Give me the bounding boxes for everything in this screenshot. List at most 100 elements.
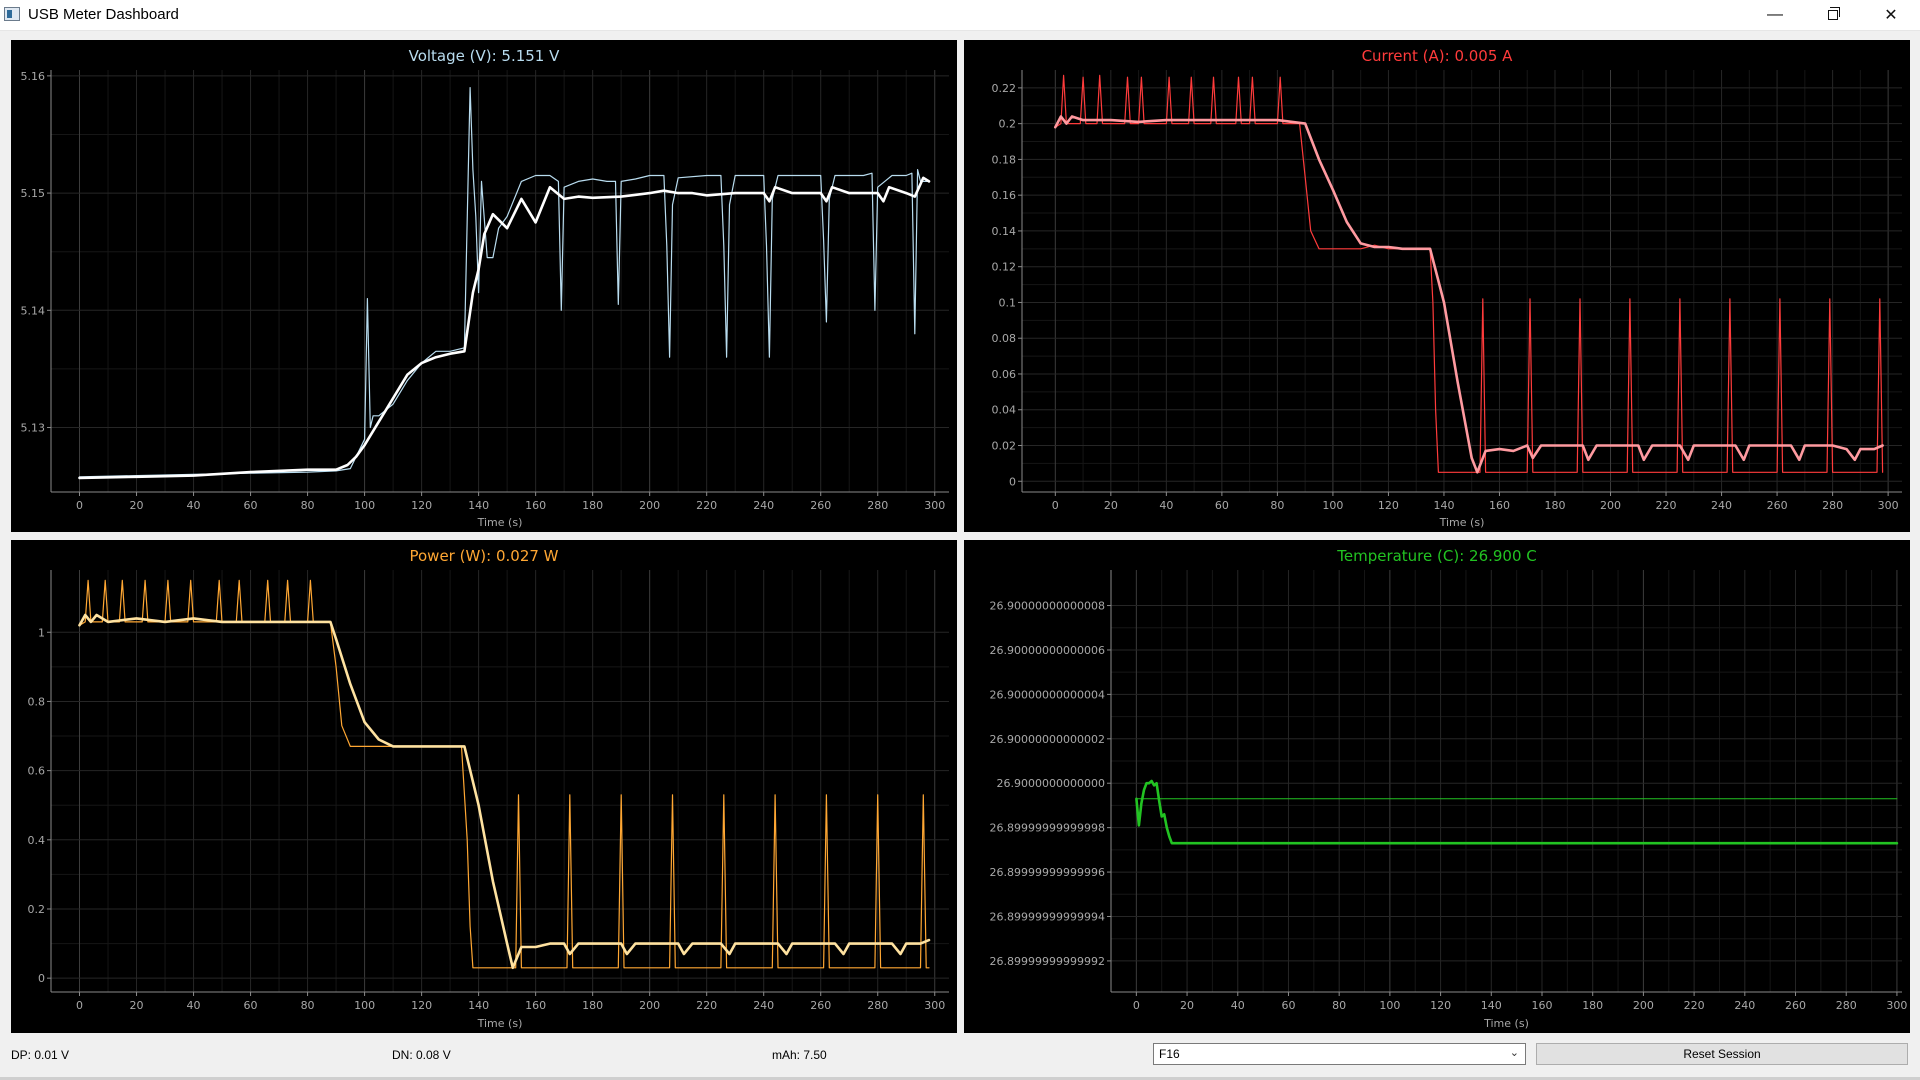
title-bar: USB Meter Dashboard — ✕ [0, 0, 1920, 31]
x-tick-label: 160 [525, 499, 546, 512]
x-tick-label: 20 [130, 499, 144, 512]
x-tick-label: 120 [1378, 499, 1399, 512]
x-tick-label: 300 [924, 999, 945, 1012]
series-line [78, 176, 931, 480]
x-tick-label: 100 [354, 999, 375, 1012]
y-tick-label: 0.12 [992, 261, 1017, 274]
temperature-chart[interactable]: 0 20 40 60 80 100 120 140 160 180 200 220 240 260 280 3… [964, 540, 1910, 1033]
x-tick-label: 80 [1270, 499, 1284, 512]
x-tick-label: 80 [301, 999, 315, 1012]
x-tick-label: 260 [1767, 499, 1788, 512]
x-tick-label: 220 [1656, 499, 1677, 512]
x-tick-label: 220 [696, 499, 717, 512]
x-tick-label: 300 [924, 499, 945, 512]
series-line [78, 579, 930, 969]
x-axis-label: Time (s) [477, 516, 523, 529]
chart-title: Current (A): 0.005 A [1362, 47, 1514, 65]
x-tick-label: 140 [468, 999, 489, 1012]
series-line [1054, 115, 1884, 474]
y-tick-label: 26.89999999999994 [990, 910, 1105, 923]
x-tick-label: 300 [1878, 499, 1899, 512]
restore-icon [1828, 7, 1840, 20]
series-line [1054, 74, 1884, 473]
x-tick-label: 180 [1544, 499, 1565, 512]
close-icon: ✕ [1884, 7, 1898, 24]
y-tick-label: 0.4 [28, 834, 46, 847]
y-tick-label: 0.18 [992, 153, 1017, 166]
minimize-button[interactable]: — [1746, 0, 1804, 30]
x-tick-label: 140 [1481, 999, 1502, 1012]
series-line [78, 86, 930, 478]
x-axis-label: Time (s) [477, 1017, 523, 1030]
y-tick-label: 26.90000000000004 [990, 688, 1105, 701]
x-tick-label: 60 [1281, 999, 1295, 1012]
x-tick-label: 20 [1104, 499, 1118, 512]
y-tick-label: 0.08 [992, 332, 1017, 345]
x-tick-label: 240 [753, 499, 774, 512]
y-tick-label: 0.6 [28, 765, 46, 778]
x-tick-label: 280 [1836, 999, 1857, 1012]
y-tick-label: 0 [38, 972, 45, 985]
x-tick-label: 260 [810, 999, 831, 1012]
y-tick-label: 5.15 [21, 187, 46, 200]
chart-svg: 0 20 40 60 80 100 120 140 160 180 200 220 240 260 280 3… [992, 47, 1902, 529]
x-tick-label: 20 [130, 999, 144, 1012]
x-tick-label: 0 [76, 499, 83, 512]
chart-title: Voltage (V): 5.151 V [409, 47, 561, 65]
x-tick-label: 40 [187, 999, 201, 1012]
x-tick-label: 40 [1231, 999, 1245, 1012]
x-tick-label: 20 [1180, 999, 1194, 1012]
x-axis-label: Time (s) [1483, 1017, 1529, 1030]
voltage-chart[interactable]: 0 20 40 60 80 100 120 140 160 180 200 220 240 260 280 3… [11, 40, 957, 532]
x-tick-label: 60 [244, 499, 258, 512]
reset-session-button[interactable]: Reset Session [1536, 1043, 1908, 1065]
y-tick-label: 0 [1009, 475, 1016, 488]
x-tick-label: 140 [468, 499, 489, 512]
y-tick-label: 26.90000000000008 [990, 600, 1105, 613]
power-chart[interactable]: 0 20 40 60 80 100 120 140 160 180 200 220 240 260 280 3… [11, 540, 957, 1033]
chart-svg: 0 20 40 60 80 100 120 140 160 180 200 220 240 260 280 3… [990, 547, 1908, 1030]
x-tick-label: 120 [1430, 999, 1451, 1012]
y-tick-label: 26.89999999999998 [990, 822, 1105, 835]
current-chart[interactable]: 0 20 40 60 80 100 120 140 160 180 200 220 240 260 280 3… [964, 40, 1910, 532]
x-tick-label: 0 [1133, 999, 1140, 1012]
series-line [78, 613, 931, 970]
x-tick-label: 120 [411, 499, 432, 512]
dn-voltage-label: DN: 0.08 V [392, 1048, 451, 1062]
x-tick-label: 220 [1684, 999, 1705, 1012]
x-tick-label: 300 [1886, 999, 1907, 1012]
y-tick-label: 26.89999999999992 [990, 955, 1105, 968]
device-select[interactable]: F16 ⌄ [1153, 1043, 1526, 1065]
x-tick-label: 200 [1600, 499, 1621, 512]
x-tick-label: 100 [1322, 499, 1343, 512]
y-tick-label: 0.02 [992, 440, 1017, 453]
y-tick-label: 0.8 [28, 695, 46, 708]
x-tick-label: 180 [582, 499, 603, 512]
x-tick-label: 220 [696, 999, 717, 1012]
chart-title: Power (W): 0.027 W [409, 547, 558, 565]
close-button[interactable]: ✕ [1862, 0, 1920, 30]
x-tick-label: 260 [1785, 999, 1806, 1012]
x-tick-label: 60 [244, 999, 258, 1012]
x-tick-label: 40 [187, 499, 201, 512]
y-tick-label: 0.1 [999, 296, 1017, 309]
x-tick-label: 200 [639, 499, 660, 512]
x-tick-label: 240 [1734, 999, 1755, 1012]
device-select-value: F16 [1159, 1047, 1180, 1061]
x-tick-label: 180 [582, 999, 603, 1012]
y-tick-label: 0.04 [992, 404, 1017, 417]
x-axis-label: Time (s) [1439, 516, 1485, 529]
chart-svg: 0 20 40 60 80 100 120 140 160 180 200 220 240 260 280 3… [21, 47, 949, 529]
x-tick-label: 200 [639, 999, 660, 1012]
y-tick-label: 0.14 [992, 225, 1017, 238]
y-tick-label: 0.22 [992, 82, 1017, 95]
x-tick-label: 40 [1159, 499, 1173, 512]
y-tick-label: 26.9000000000000 [997, 777, 1105, 790]
restore-button[interactable] [1804, 0, 1862, 30]
chart-title: Temperature (C): 26.900 C [1336, 547, 1537, 565]
x-tick-label: 80 [301, 499, 315, 512]
x-tick-label: 240 [1711, 499, 1732, 512]
y-tick-label: 26.90000000000006 [990, 644, 1105, 657]
y-tick-label: 5.14 [21, 304, 46, 317]
x-tick-label: 0 [76, 999, 83, 1012]
